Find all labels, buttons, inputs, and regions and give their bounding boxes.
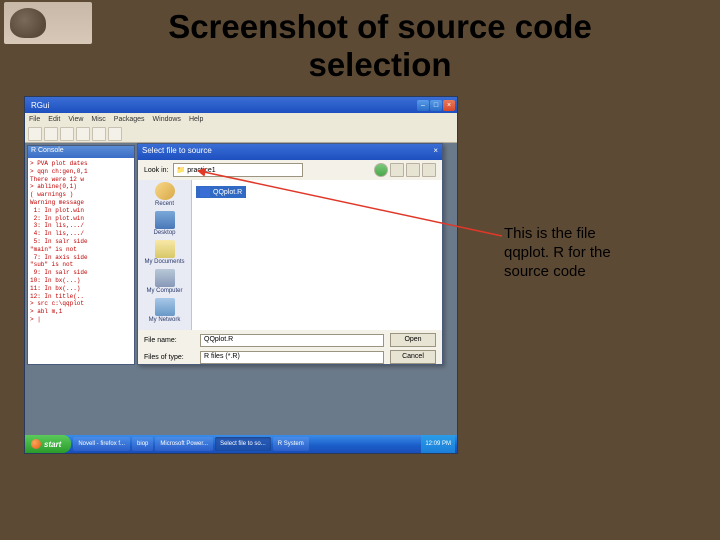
mynetwork-icon xyxy=(155,298,175,316)
lookin-dropdown[interactable]: 📁 practice1 xyxy=(173,163,303,177)
place-label: Desktop xyxy=(153,230,175,236)
places-bar: Recent Desktop My Documents My Computer xyxy=(138,180,192,330)
toolbar-stop-icon[interactable] xyxy=(108,127,122,141)
lookin-label: Look in: xyxy=(144,167,169,174)
menu-misc[interactable]: Misc xyxy=(91,116,105,123)
menu-file[interactable]: File xyxy=(29,116,40,123)
slide-title: Screenshot of source code selection xyxy=(100,8,660,84)
place-label: Recent xyxy=(155,201,174,207)
menu-help[interactable]: Help xyxy=(189,116,203,123)
toolbar-paste-icon[interactable] xyxy=(76,127,90,141)
desktop-icon xyxy=(155,211,175,229)
taskbar-item[interactable]: R System xyxy=(273,437,309,451)
taskbar-item-active[interactable]: Select file to so... xyxy=(215,437,271,451)
mydocuments-icon xyxy=(155,240,175,258)
menu-view[interactable]: View xyxy=(68,116,83,123)
toolbar-print-icon[interactable] xyxy=(92,127,106,141)
file-open-dialog: Select file to source × Look in: 📁 pract… xyxy=(137,143,443,365)
mycomputer-icon xyxy=(155,269,175,287)
recent-icon xyxy=(155,182,175,200)
folder-icon: 📁 xyxy=(177,166,186,174)
lookin-value: practice1 xyxy=(187,167,215,174)
toolbar-open-icon[interactable] xyxy=(28,127,42,141)
taskbar-item[interactable]: Microsoft Power... xyxy=(155,437,213,451)
menu-windows[interactable]: Windows xyxy=(153,116,181,123)
dialog-bottom: File name: QQplot.R Open Files of type: … xyxy=(138,330,442,367)
filename-label: File name: xyxy=(144,337,194,344)
place-mycomputer[interactable]: My Computer xyxy=(140,269,189,294)
system-tray[interactable]: 12:09 PM xyxy=(421,435,455,453)
dialog-title: Select file to source xyxy=(142,146,212,158)
embedded-screenshot: RGui – □ × File Edit View Misc Packages … xyxy=(24,96,458,454)
view-menu-icon[interactable] xyxy=(422,163,436,177)
file-item-selected[interactable]: QQplot.R xyxy=(196,186,246,198)
up-folder-icon[interactable] xyxy=(390,163,404,177)
callout-annotation: This is the file qqplot. R for the sourc… xyxy=(504,225,644,281)
start-button[interactable]: start xyxy=(25,435,71,453)
taskbar-item[interactable]: Novell - firefox f... xyxy=(73,437,130,451)
file-name: QQplot.R xyxy=(213,189,242,196)
new-folder-icon[interactable] xyxy=(406,163,420,177)
r-console-output[interactable]: > PVA plot dates > qqn ch:gen,0,1 There … xyxy=(28,158,134,326)
toolbar-save-icon[interactable] xyxy=(44,127,58,141)
corner-decoration-image xyxy=(4,2,92,44)
back-button-icon[interactable] xyxy=(374,163,388,177)
open-button[interactable]: Open xyxy=(390,333,436,347)
window-controls: – □ × xyxy=(417,100,455,111)
place-recent[interactable]: Recent xyxy=(140,182,189,207)
toolbar-copy-icon[interactable] xyxy=(60,127,74,141)
place-mydocuments[interactable]: My Documents xyxy=(140,240,189,265)
tray-clock: 12:09 PM xyxy=(425,441,451,447)
dialog-close-icon[interactable]: × xyxy=(433,146,438,158)
start-orb-icon xyxy=(31,439,41,449)
place-label: My Network xyxy=(149,317,181,323)
maximize-button[interactable]: □ xyxy=(430,100,442,111)
place-label: My Computer xyxy=(146,288,182,294)
r-file-icon xyxy=(200,187,210,197)
taskbar-item[interactable]: biop xyxy=(132,437,153,451)
app-title: RGui xyxy=(27,101,49,110)
taskbar: start Novell - firefox f... biop Microso… xyxy=(25,435,457,453)
filetype-label: Files of type: xyxy=(144,354,194,361)
menu-edit[interactable]: Edit xyxy=(48,116,60,123)
r-console-window: R Console > PVA plot dates > qqn ch:gen,… xyxy=(27,145,135,365)
mdi-workspace: R Console > PVA plot dates > qqn ch:gen,… xyxy=(25,143,457,435)
filename-input[interactable]: QQplot.R xyxy=(200,334,384,347)
lookin-row: Look in: 📁 practice1 xyxy=(138,160,442,180)
cancel-button[interactable]: Cancel xyxy=(390,350,436,364)
place-desktop[interactable]: Desktop xyxy=(140,211,189,236)
toolbar xyxy=(25,125,457,143)
dialog-titlebar: Select file to source × xyxy=(138,144,442,160)
place-mynetwork[interactable]: My Network xyxy=(140,298,189,323)
close-button[interactable]: × xyxy=(443,100,455,111)
menu-packages[interactable]: Packages xyxy=(114,116,145,123)
file-list[interactable]: QQplot.R xyxy=(192,180,442,330)
place-label: My Documents xyxy=(144,259,184,265)
menu-bar: File Edit View Misc Packages Windows Hel… xyxy=(25,113,457,125)
minimize-button[interactable]: – xyxy=(417,100,429,111)
filetype-dropdown[interactable]: R files (*.R) xyxy=(200,351,384,364)
app-titlebar: RGui – □ × xyxy=(25,97,457,113)
r-console-title: R Console xyxy=(28,146,134,158)
start-label: start xyxy=(44,440,61,449)
